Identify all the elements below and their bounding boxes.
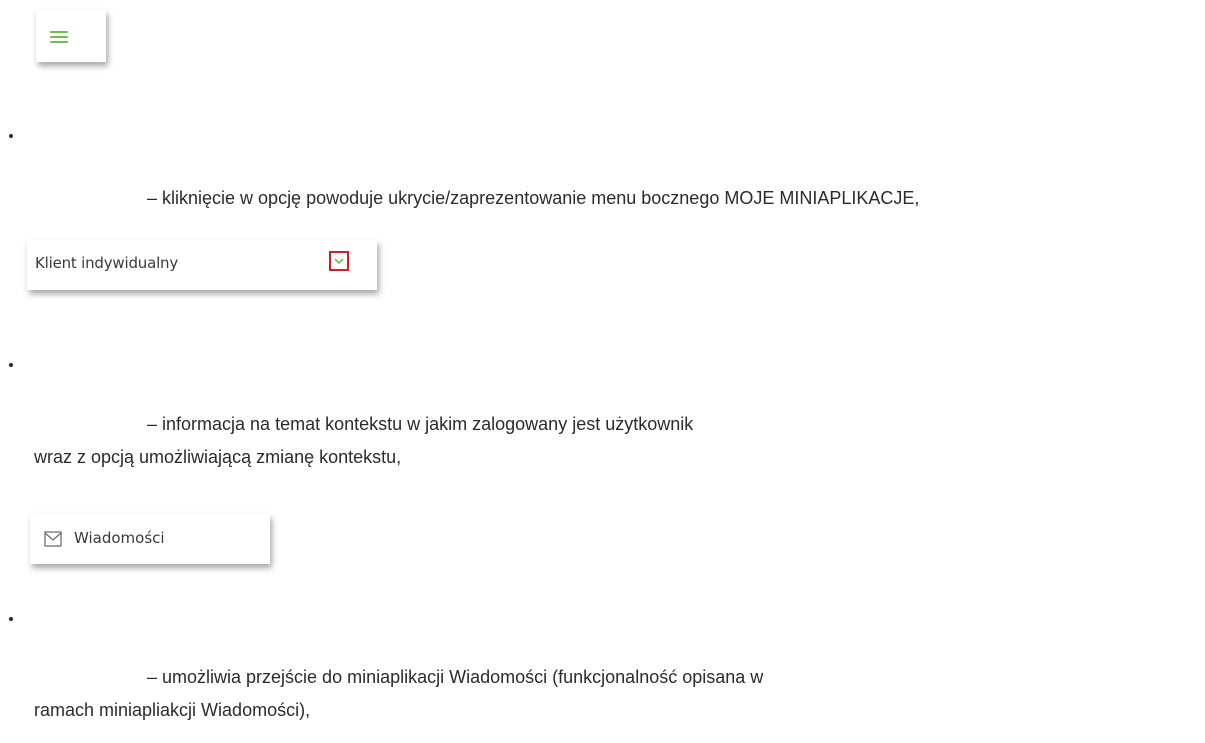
messages-description-line2: ramach miniapliakcji Wiadomości), [34,700,311,720]
context-switcher-screenshot: Klient indywidualny [27,240,377,290]
envelope-icon [44,531,62,547]
messages-link[interactable]: Wiadomości [74,529,165,547]
chevron-down-icon [334,258,344,265]
menu-toggle-screenshot [36,10,106,62]
list-bullet [9,617,13,621]
list-bullet [9,134,13,138]
context-description-line1: – informacja na temat kontekstu w jakim … [147,414,694,434]
context-label: Klient indywidualny [35,254,179,272]
messages-link-screenshot: Wiadomości [30,514,270,564]
menu-description: – kliknięcie w opcję powoduje ukrycie/za… [147,188,920,208]
messages-description-line1: – umożliwia przejście do miniaplikacji W… [147,667,764,687]
list-bullet [9,363,13,367]
context-dropdown-button[interactable] [329,251,349,271]
context-description-line2: wraz z opcją umożliwiającą zmianę kontek… [34,447,402,467]
hamburger-menu-icon[interactable] [50,31,68,43]
